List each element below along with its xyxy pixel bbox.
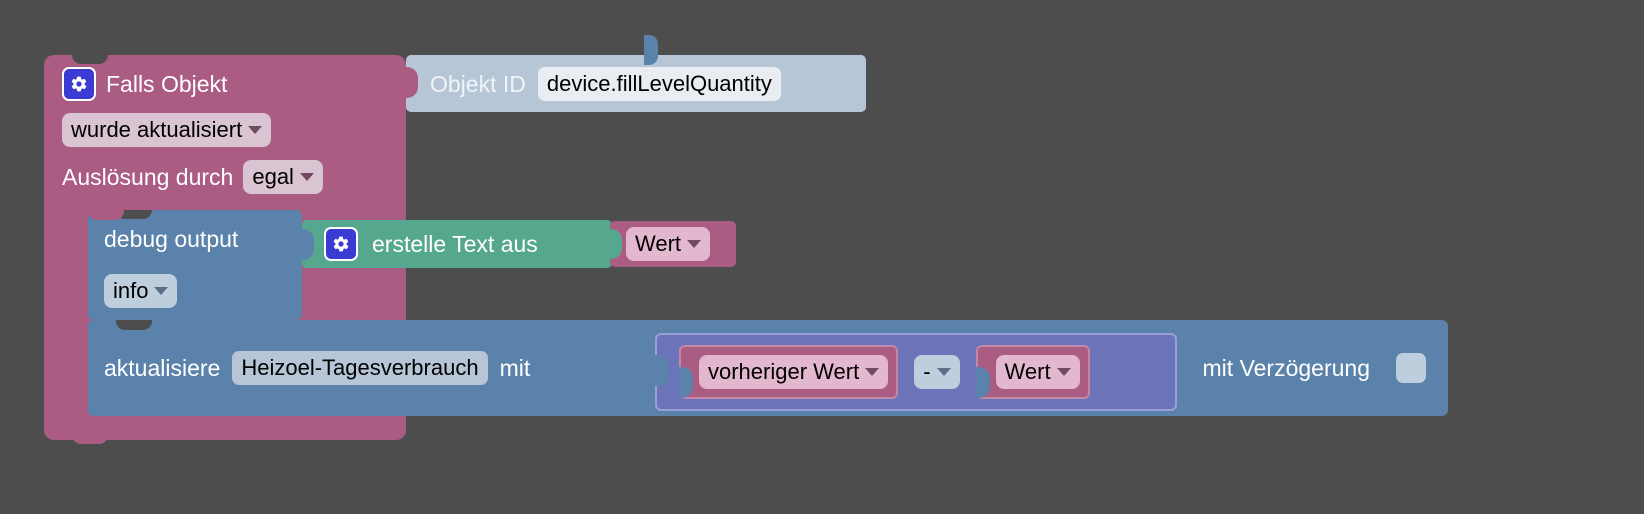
chevron-down-icon	[865, 368, 880, 376]
dropdown-left-operand-label: vorheriger Wert	[708, 359, 860, 384]
dropdown-right-operand[interactable]: Wert	[995, 355, 1080, 389]
dropdown-debug-severity-label: info	[113, 278, 149, 303]
debug-output-label: debug output	[104, 226, 239, 252]
block-top-notch	[116, 320, 152, 330]
trigger-title: Falls Objekt	[106, 71, 228, 97]
block-operand-left[interactable]: vorheriger Wert	[679, 345, 899, 399]
value-tab-icon	[655, 355, 669, 386]
trigger-source-row: Auslösung durch egal	[44, 160, 323, 194]
dropdown-trigger-source-label: egal	[252, 164, 294, 189]
update-state-delay-label: mit Verzögerung	[1202, 355, 1370, 381]
trigger-value-socket	[395, 69, 408, 99]
chevron-down-icon	[299, 173, 314, 181]
dropdown-left-operand[interactable]: vorheriger Wert	[699, 355, 889, 389]
chevron-down-icon	[687, 240, 702, 248]
dropdown-trigger-condition-label: wurde aktualisiert	[71, 117, 243, 142]
object-id-label: Objekt ID	[430, 70, 526, 97]
block-object-id[interactable]: Objekt ID device.fillLevelQuantity	[404, 55, 866, 112]
trigger-source-label: Auslösung durch	[62, 164, 234, 190]
block-operand-right[interactable]: Wert	[975, 345, 1090, 399]
dropdown-trigger-condition[interactable]: wurde aktualisiert	[62, 113, 272, 147]
update-state-value-socket	[644, 35, 658, 65]
block-arithmetic[interactable]: vorheriger Wert - Wert	[655, 333, 1177, 411]
chevron-down-icon	[936, 368, 951, 376]
trigger-statement-notch	[88, 210, 124, 220]
update-state-with-label: mit	[499, 355, 531, 381]
chevron-down-icon	[248, 126, 263, 134]
update-state-target-field[interactable]: Heizoel-Tagesverbrauch	[232, 351, 488, 385]
chevron-down-icon	[1056, 368, 1071, 376]
block-debug-output[interactable]: debug output info	[88, 210, 314, 320]
dropdown-operator-label: -	[923, 359, 931, 384]
update-state-label: aktualisiere	[104, 355, 221, 381]
block-create-text[interactable]: erstelle Text aus	[300, 220, 624, 268]
debug-severity-row: info	[104, 274, 178, 308]
value-tab-icon	[608, 229, 622, 259]
create-text-label: erstelle Text aus	[372, 231, 538, 257]
delay-checkbox[interactable]	[1396, 353, 1426, 383]
trigger-block-left-arm	[44, 200, 88, 410]
gear-icon[interactable]	[62, 67, 96, 101]
trigger-header-row: Falls Objekt	[44, 67, 227, 101]
block-bottom-notch	[72, 434, 108, 444]
dropdown-trigger-source[interactable]: egal	[243, 160, 323, 194]
debug-label-row: debug output	[104, 224, 238, 254]
dropdown-create-text-argument[interactable]: Wert	[626, 227, 711, 261]
blockly-workspace[interactable]: Falls Objekt wurde aktualisiert Auslösun…	[0, 0, 1644, 514]
block-top-notch	[72, 55, 108, 64]
value-tab-icon	[975, 367, 990, 398]
dropdown-create-text-argument-label: Wert	[635, 231, 682, 256]
dropdown-debug-severity[interactable]: info	[104, 274, 178, 308]
object-id-field[interactable]: device.fillLevelQuantity	[537, 66, 781, 101]
dropdown-right-operand-label: Wert	[1004, 359, 1051, 384]
block-value-wert[interactable]: Wert	[608, 221, 736, 267]
value-tab-icon	[300, 229, 314, 260]
chevron-down-icon	[154, 287, 169, 295]
gear-icon[interactable]	[324, 227, 358, 261]
trigger-condition-row: wurde aktualisiert	[44, 113, 272, 147]
dropdown-operator[interactable]: -	[914, 355, 960, 389]
value-tab-icon	[679, 367, 693, 398]
